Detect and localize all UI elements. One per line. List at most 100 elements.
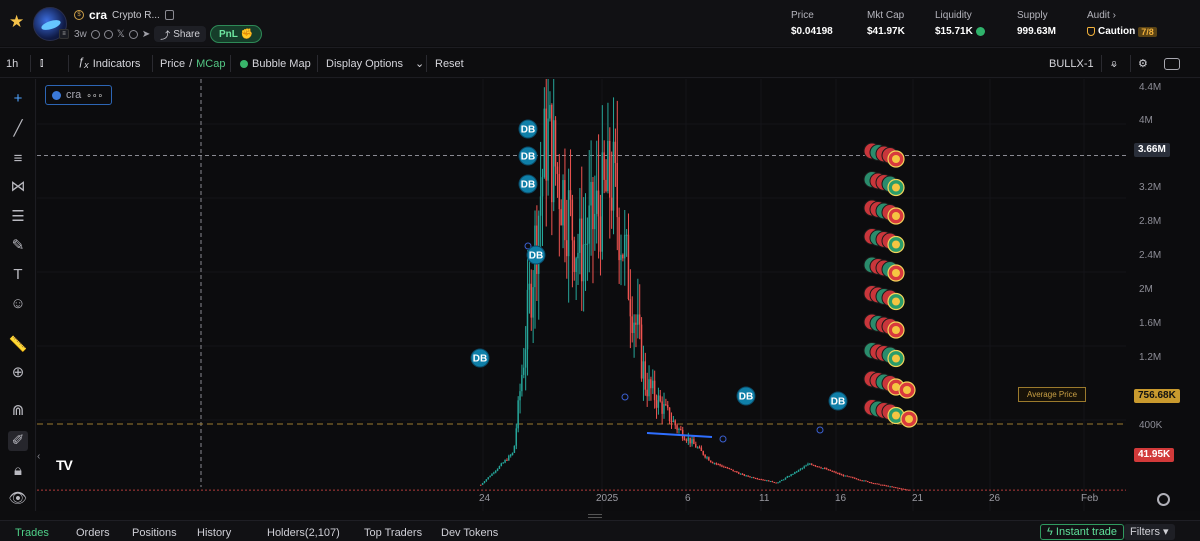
candle-body — [509, 454, 512, 456]
candle-body — [709, 460, 712, 463]
candle-body — [857, 479, 860, 481]
tab-history[interactable]: History — [197, 527, 231, 539]
instant-trade-button[interactable]: ϟ Instant trade — [1040, 524, 1125, 540]
indicators-button[interactable]: ƒx Indicators — [78, 48, 140, 79]
candle-body — [747, 475, 749, 477]
measure-lines-icon[interactable]: ☰ — [8, 207, 28, 227]
pattern-tool-icon[interactable]: ⋈ — [8, 177, 28, 197]
share-button[interactable]: ⤴ Share — [154, 26, 206, 42]
candle-body — [762, 479, 764, 481]
lock-icon[interactable]: 🔒︎ — [8, 461, 28, 481]
candle-body — [741, 473, 744, 475]
dev-buy-marker-label: DB — [529, 251, 543, 262]
copy-icon[interactable] — [164, 10, 174, 20]
candle-body — [754, 478, 757, 480]
collapse-panel-icon[interactable]: ‹ — [37, 451, 40, 462]
candle-type-icon[interactable]: ⫾ — [40, 48, 44, 79]
candle-body — [580, 218, 583, 282]
trend-line-tool-icon[interactable]: ╱ — [8, 119, 28, 139]
candle-body — [519, 391, 521, 401]
tab-trades[interactable]: Trades — [15, 527, 49, 539]
favorite-star-icon[interactable]: ★ — [9, 13, 24, 30]
ruler-tool-icon[interactable]: 📏 — [8, 335, 28, 355]
trade-marker — [816, 426, 824, 434]
telegram-icon[interactable]: ➤ — [142, 29, 150, 40]
globe-icon[interactable] — [128, 29, 138, 39]
audit-stat[interactable]: Audit › Caution 7/8 — [1087, 10, 1157, 37]
y-tick: 3.2M — [1139, 182, 1162, 193]
wallet-select[interactable]: BULLX-1 ⌄ — [1049, 48, 1119, 79]
emoji-tool-icon[interactable]: ☺ — [8, 294, 28, 314]
crosshair-tool-icon[interactable]: + — [8, 89, 28, 109]
interval-button[interactable]: 1h — [6, 48, 18, 79]
filters-dropdown[interactable]: Filters ▾ — [1124, 524, 1175, 540]
x-tick: 26 — [989, 493, 1001, 504]
chart-ticker-legend[interactable]: cra ∘∘∘ — [45, 85, 112, 105]
candle-body — [622, 254, 624, 259]
tab-dev-tokens[interactable]: Dev Tokens — [441, 527, 498, 539]
fib-tool-icon[interactable]: ≡ — [8, 149, 28, 169]
eye-icon[interactable]: 👁︎ — [8, 489, 28, 509]
link-icon[interactable] — [103, 29, 113, 39]
candle-body — [820, 467, 822, 469]
candle-body — [906, 489, 908, 491]
candle-body — [680, 429, 682, 431]
lock-drawings-icon[interactable]: ✐ — [8, 431, 28, 451]
price-chart[interactable]: DB DB DB DB DB DB DB cra ∘∘∘ ‹ TV — [37, 79, 1126, 511]
candle-body — [693, 439, 695, 445]
candle-body — [597, 190, 600, 217]
panel-resize-handle[interactable] — [588, 514, 602, 518]
candle-body — [674, 420, 676, 426]
candle-body — [670, 421, 673, 423]
right-scrollbar[interactable] — [1186, 79, 1200, 511]
chevron-down-icon: ⌄ — [415, 58, 425, 70]
tab-holders[interactable]: Holders(2,107) — [267, 527, 340, 539]
token-name: Crypto R... — [112, 9, 160, 21]
dev-buy-marker-label: DB — [831, 397, 845, 408]
candle-body — [805, 465, 807, 467]
price-mcap-toggle[interactable]: Price / MCap — [160, 48, 225, 79]
candle-body — [480, 484, 482, 486]
text-tool-icon[interactable]: T — [8, 265, 28, 285]
tab-positions[interactable]: Positions — [132, 527, 177, 539]
candle-body — [676, 425, 678, 430]
x-tick: 24 — [479, 493, 491, 504]
bubble-map-button[interactable]: Bubble Map — [240, 48, 311, 79]
magnet-icon[interactable]: ⋒ — [8, 401, 28, 421]
bubble-map-icon — [240, 59, 248, 68]
website-icon[interactable] — [90, 29, 100, 39]
pnl-button[interactable]: PnL ✊ — [209, 25, 263, 43]
search-icon[interactable]: ⌕ — [1111, 48, 1117, 79]
chart-canvas[interactable]: DB DB DB DB DB DB DB — [37, 79, 1126, 511]
tab-orders[interactable]: Orders — [76, 527, 110, 539]
camera-icon[interactable] — [1164, 48, 1180, 79]
display-options-dropdown[interactable]: Display Options ⌄ — [326, 48, 424, 79]
candle-body — [726, 467, 729, 469]
candle-body — [620, 254, 622, 261]
candle-body — [872, 483, 875, 485]
candle-body — [711, 462, 714, 464]
x-twitter-icon[interactable]: 𝕏 — [117, 29, 125, 40]
smiley-icon — [892, 297, 900, 306]
candle-body — [539, 196, 542, 216]
tradingview-logo-icon: TV — [56, 457, 73, 473]
chart-settings-icon[interactable] — [1157, 493, 1170, 506]
x-tick: 16 — [835, 493, 847, 504]
avatar-badge-icon: ≡ — [59, 29, 69, 39]
tab-top-traders[interactable]: Top Traders — [364, 527, 422, 539]
candle-body — [801, 467, 804, 469]
reset-button[interactable]: Reset — [435, 48, 464, 79]
gear-icon[interactable]: ⚙ — [1138, 48, 1148, 79]
zoom-in-icon[interactable]: ⊕ — [8, 363, 28, 383]
candle-body — [795, 471, 798, 473]
pnl-hand-icon: ✊ — [240, 28, 254, 40]
y-tick: 2M — [1139, 284, 1153, 295]
candle-body — [605, 179, 607, 192]
candle-body — [822, 468, 824, 470]
candle-body — [532, 287, 534, 318]
x-tick: 11 — [759, 493, 770, 504]
brush-tool-icon[interactable]: ✎ — [8, 236, 28, 256]
price-scale[interactable]: 4.4M 4M 3.66M 3.2M 2.8M 2.4M 2M 1.6M 1.2… — [1126, 79, 1186, 511]
candle-body — [537, 215, 540, 274]
candle-body — [876, 483, 878, 485]
